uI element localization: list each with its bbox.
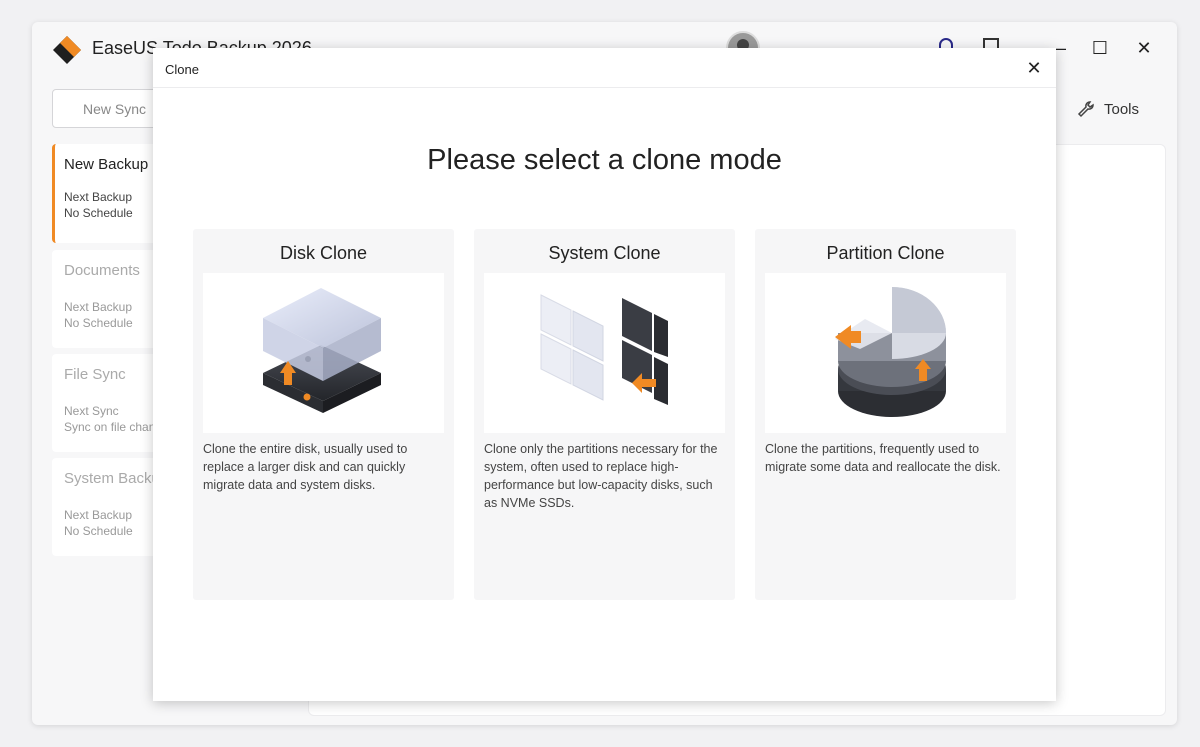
partition-clone-illustration: [765, 273, 1006, 433]
task-meta-line1: Next Backup: [64, 508, 133, 522]
system-clone-option[interactable]: System Clone Clone only the partitions n…: [474, 229, 735, 600]
option-title: System Clone: [548, 243, 661, 263]
close-dialog-button[interactable]: ✕: [1024, 58, 1044, 78]
new-sync-button[interactable]: New Sync: [52, 89, 162, 128]
task-meta-line1: Next Backup: [64, 190, 133, 204]
task-card-new-backup[interactable]: New Backup Next Backup No Schedule: [52, 144, 162, 243]
dialog-header: Clone ✕: [153, 48, 1056, 88]
wrench-icon: [1077, 101, 1094, 118]
dialog-title: Clone: [165, 62, 199, 77]
task-meta-line1: Next Sync: [64, 404, 119, 418]
task-name: System Backup: [64, 470, 162, 487]
task-card-system-backup[interactable]: System Backup Next Backup No Schedule: [52, 458, 162, 556]
option-description: Clone only the partitions necessary for …: [484, 442, 718, 510]
task-meta-line2: Sync on file changes: [64, 420, 162, 434]
disk-clone-option[interactable]: Disk Clone Clone the entire disk, usuall…: [193, 229, 454, 600]
task-name: New Backup: [64, 156, 149, 173]
pie-partition-icon: [835, 287, 946, 417]
clone-dialog: Clone ✕ Please select a clone mode Disk …: [153, 48, 1056, 701]
system-clone-illustration: [484, 273, 725, 433]
partition-clone-option[interactable]: Partition Clone Clone the partitions, fr…: [755, 229, 1016, 600]
maximize-button[interactable]: ☐: [1085, 34, 1115, 62]
system-windows-icon: [540, 294, 668, 405]
task-meta-line2: No Schedule: [64, 206, 133, 220]
option-description: Clone the entire disk, usually used to r…: [203, 442, 408, 492]
easeus-logo-icon: [53, 36, 81, 64]
task-meta-line2: No Schedule: [64, 524, 133, 538]
task-meta-line2: No Schedule: [64, 316, 133, 330]
option-title: Partition Clone: [826, 243, 945, 263]
clone-mode-heading: Please select a clone mode: [427, 144, 782, 176]
task-meta-line1: Next Backup: [64, 300, 133, 314]
tools-label: Tools: [1104, 100, 1140, 118]
disk-icon: [263, 288, 381, 413]
task-card-documents[interactable]: Documents Next Backup No Schedule: [52, 250, 162, 348]
task-name: Documents: [64, 262, 140, 279]
option-title: Disk Clone: [279, 243, 368, 263]
task-card-file-sync[interactable]: File Sync Next Sync Sync on file changes: [52, 354, 162, 452]
tools-button[interactable]: Tools: [1076, 96, 1139, 122]
disk-clone-illustration: [203, 273, 444, 433]
close-window-button[interactable]: ✕: [1129, 34, 1159, 62]
task-name: File Sync: [64, 366, 126, 383]
option-description: Clone the partitions, frequently used to…: [765, 442, 1001, 474]
